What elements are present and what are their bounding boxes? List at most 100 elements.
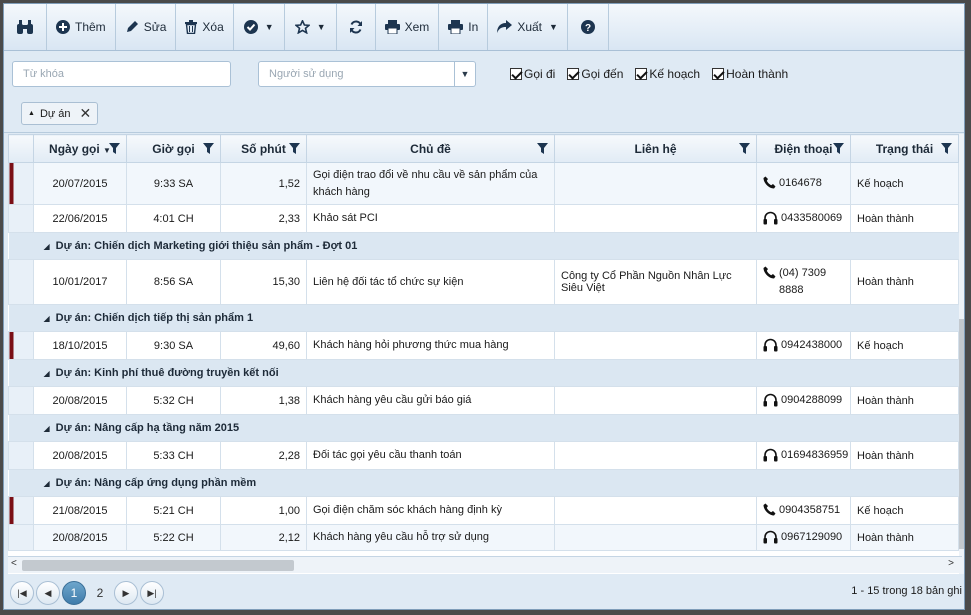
header-label: Trạng thái [875, 141, 934, 156]
checkbox-goi-den[interactable]: Gọi đến [567, 67, 623, 81]
close-icon[interactable]: ✕ [80, 105, 92, 122]
header-trang-thai[interactable]: Trạng thái [850, 134, 959, 163]
table-row[interactable]: 18/10/2015 9:30 SA 49,60 Khách hàng hỏi phư… [8, 331, 959, 360]
group-row[interactable]: ◢ Dự án: Kinh phí thuê đường truyền kết n… [8, 359, 959, 387]
header-so-phut[interactable]: Số phút [220, 134, 307, 163]
checkbox-hoan-thanh[interactable]: Hoàn thành [712, 67, 788, 81]
page-1-button[interactable]: 1 [62, 581, 86, 605]
refresh-button[interactable] [337, 4, 376, 50]
checkbox-goi-di[interactable]: Gọi đi [510, 67, 555, 81]
search-button[interactable] [4, 4, 47, 50]
table-row[interactable]: 20/08/2015 5:33 CH 2,28 Đối tác gọi yêu cầu… [8, 441, 959, 470]
group-row[interactable]: ◢ Dự án: Chiến dịch tiếp thị sản phẩm 1 [8, 304, 959, 332]
group-row[interactable]: ◢ Dự án: Chiến dịch Marketing giới thiệu … [8, 232, 959, 260]
add-button[interactable]: Thêm [47, 4, 116, 50]
subject-text: Đối tác gọi yêu cầu thanh toán [313, 449, 462, 461]
vertical-scrollbar[interactable] [959, 134, 964, 574]
first-page-button[interactable]: |◀ [10, 581, 34, 605]
favorite-dropdown-button[interactable]: ▼ [285, 4, 337, 50]
table-row[interactable]: 10/01/2017 8:56 SA 15,30 Liên hệ đối tác tổ… [8, 259, 959, 305]
chevron-down-icon: ▼ [316, 22, 326, 32]
checkbox-label: Gọi đến [581, 66, 624, 81]
group-row[interactable]: ◢ Dự án: Nâng cấp ứng dụng phần mềm [8, 469, 959, 497]
group-chip[interactable]: ▲ Dự án ✕ [21, 102, 99, 125]
table-row[interactable]: 20/08/2015 5:22 CH 2,12 Khách hàng yêu cầu … [8, 524, 959, 551]
checkbox-label: Hoàn thành [726, 66, 789, 81]
filter-icon[interactable] [833, 143, 844, 157]
horizontal-scroll-thumb[interactable] [22, 560, 294, 571]
phone-icon [763, 266, 776, 279]
header-chu-de[interactable]: Chủ đề [306, 134, 555, 163]
table-row[interactable]: 20/08/2015 5:32 CH 1,38 Khách hàng yêu cầu … [8, 386, 959, 415]
collapse-icon[interactable]: ◢ [44, 479, 50, 488]
collapse-icon[interactable]: ◢ [44, 424, 50, 433]
complete-dropdown-button[interactable]: ▼ [234, 4, 285, 50]
delete-button[interactable]: Xóa [176, 4, 234, 50]
header-dien-thoai[interactable]: Điện thoại [756, 134, 851, 163]
table-row[interactable]: 22/06/2015 4:01 CH 2,33 Khảo sát PCI 0433580… [8, 204, 959, 233]
phone-number[interactable]: 0942438000 [781, 337, 842, 354]
dropdown-arrow-icon[interactable]: ▼ [454, 61, 475, 86]
pager-info: 1 - 15 trong 18 bản ghi [851, 585, 962, 597]
table-row[interactable]: 21/08/2015 5:21 CH 1,00 Gọi điện chăm sóc k… [8, 496, 959, 525]
cell-date: 22/06/2015 [33, 204, 127, 233]
cell-status: Kế hoạch [850, 162, 959, 205]
group-header[interactable]: ◢ Dự án: Nâng cấp hạ tầng năm 2015 [33, 414, 959, 442]
filter-icon[interactable] [941, 143, 952, 157]
scroll-right-icon[interactable]: > [948, 558, 954, 569]
edit-button[interactable]: Sửa [116, 4, 177, 50]
group-row[interactable]: ◢ Dự án: Nâng cấp hạ tầng năm 2015 [8, 414, 959, 442]
group-header[interactable]: ◢ Dự án: Nâng cấp ứng dụng phần mềm [33, 469, 959, 497]
filter-icon[interactable] [289, 143, 300, 157]
header-label: Ngày gọi [49, 141, 100, 156]
prev-page-button[interactable]: ◀ [36, 581, 60, 605]
cell-time: 5:21 CH [126, 496, 221, 525]
filter-icon[interactable] [537, 143, 548, 157]
scroll-left-icon[interactable]: < [11, 558, 17, 569]
phone-number[interactable]: (04) 7309 8888 [779, 265, 844, 299]
keyword-input[interactable]: Từ khóa [12, 60, 231, 87]
phone-number[interactable]: 0967129090 [781, 529, 842, 546]
group-header[interactable]: ◢ Dự án: Kinh phí thuê đường truyền kết n… [33, 359, 959, 387]
vertical-scroll-thumb[interactable] [959, 319, 964, 549]
group-header[interactable]: ◢ Dự án: Chiến dịch tiếp thị sản phẩm 1 [33, 304, 959, 332]
header-lien-he[interactable]: Liên hệ [554, 134, 757, 163]
edit-label: Sửa [143, 20, 167, 34]
preview-button[interactable]: Xem [376, 4, 440, 50]
cell-subject: Khách hàng yêu cầu hỗ trợ sử dụng [306, 524, 555, 551]
page-2-button[interactable]: 2 [88, 581, 112, 605]
checkbox-ke-hoach[interactable]: Kế hoạch [635, 67, 700, 81]
filter-icon[interactable] [109, 143, 120, 157]
print-button[interactable]: In [439, 4, 489, 50]
collapse-icon[interactable]: ◢ [44, 314, 50, 323]
delete-label: Xóa [202, 20, 224, 34]
check-icon [712, 67, 725, 80]
table-row[interactable]: 20/07/2015 9:33 SA 1,52 Gọi điện trao đổi v… [8, 162, 959, 205]
header-gio-goi[interactable]: Giờ gọi [126, 134, 221, 163]
cell-contact [554, 331, 757, 360]
row-indicator [8, 232, 34, 260]
group-header[interactable]: ◢ Dự án: Chiến dịch Marketing giới thiệu … [33, 232, 959, 260]
cell-phone: (04) 7309 8888 [756, 259, 851, 305]
help-button[interactable]: ? [568, 4, 609, 50]
phone-number[interactable]: 0904288099 [781, 392, 842, 409]
phone-number[interactable]: 0433580069 [781, 210, 842, 227]
phone-icon [763, 503, 776, 516]
phone-number[interactable]: 0164678 [779, 175, 822, 192]
cell-status: Hoàn thành [850, 259, 959, 305]
last-page-button[interactable]: ▶| [140, 581, 164, 605]
header-ngay-goi[interactable]: Ngày gọi ▼ [33, 134, 127, 163]
horizontal-scrollbar[interactable]: < > [8, 556, 962, 573]
collapse-icon[interactable]: ◢ [44, 242, 50, 251]
row-indicator [8, 441, 34, 470]
next-page-button[interactable]: ▶ [114, 581, 138, 605]
phone-number[interactable]: 01694836959 [781, 447, 848, 464]
user-select[interactable]: Người sử dụng ▼ [258, 60, 476, 87]
filter-icon[interactable] [739, 143, 750, 157]
cell-minutes: 2,33 [220, 204, 307, 233]
collapse-icon[interactable]: ◢ [44, 369, 50, 378]
export-button[interactable]: Xuất ▼ [488, 4, 568, 50]
cell-contact [554, 204, 757, 233]
phone-number[interactable]: 0904358751 [779, 502, 840, 519]
filter-icon[interactable] [203, 143, 214, 157]
